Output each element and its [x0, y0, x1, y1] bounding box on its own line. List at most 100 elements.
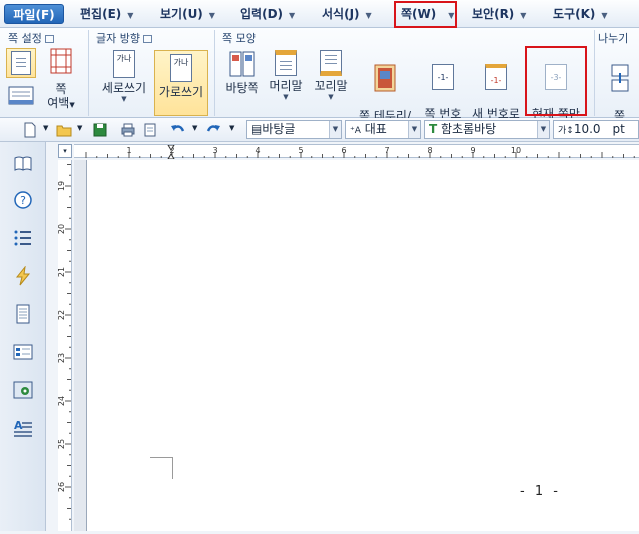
- master-page-button[interactable]: 바탕쪽: [220, 50, 264, 116]
- svg-text:?: ?: [20, 194, 26, 207]
- form-icon[interactable]: [13, 342, 33, 362]
- page-border-button[interactable]: 쪽 테두리/ 배경: [354, 50, 416, 137]
- horizontal-ruler[interactable]: 1 2 3 4 5 6 7 8 9 10: [74, 144, 639, 160]
- menu-tools-label: 도구(K): [553, 7, 596, 21]
- page-break-button[interactable]: 쪽 나누기: [600, 50, 639, 137]
- margin-corner-mark: [150, 457, 173, 479]
- vertical-ruler-ticks: 19 20 21 22 23 24 25 26: [57, 164, 71, 520]
- page-number-icon-text: -1-: [437, 73, 449, 82]
- chevron-down-icon[interactable]: ▼: [537, 121, 549, 138]
- ruler-label: 25: [58, 439, 66, 449]
- new-number-button[interactable]: -1- 새 번호로 시작: [470, 50, 522, 135]
- redo-icon[interactable]: [205, 122, 221, 138]
- group-separator: [594, 30, 595, 116]
- page-setup-button[interactable]: [6, 48, 36, 78]
- vertical-writing-icon: 가나: [113, 50, 135, 78]
- landscape-page-icon: [8, 86, 34, 105]
- page-margin-button[interactable]: 쪽 여백▼: [42, 82, 80, 116]
- chevron-down-icon[interactable]: ▼: [329, 121, 341, 138]
- master-page-label: 바탕쪽: [225, 81, 259, 95]
- book-icon[interactable]: [13, 154, 33, 174]
- group-title-divide: 나누기: [598, 32, 629, 45]
- chevron-down-icon[interactable]: ▼: [43, 124, 48, 132]
- open-folder-icon[interactable]: [56, 122, 72, 138]
- menu-view[interactable]: 보기(U) ▼: [160, 4, 215, 24]
- save-icon[interactable]: [92, 122, 108, 138]
- font-type-icon: T: [429, 122, 438, 136]
- new-document-icon[interactable]: [22, 122, 38, 138]
- chevron-down-icon[interactable]: ▼: [229, 124, 234, 132]
- vertical-writing-icon-text: 가나: [116, 54, 132, 63]
- horizontal-writing-label: 가로쓰기: [158, 85, 204, 99]
- menu-edit[interactable]: 편집(E) ▼: [80, 4, 133, 24]
- chevron-down-icon[interactable]: ▼: [289, 11, 295, 20]
- chevron-down-icon[interactable]: ▼: [520, 11, 526, 20]
- menu-insert-label: 입력(D): [240, 7, 284, 21]
- chevron-down-icon[interactable]: ▼: [192, 124, 197, 132]
- menu-insert[interactable]: 입력(D) ▼: [240, 4, 295, 24]
- font-size-value: 10.0: [573, 122, 601, 136]
- ruler-label: 26: [58, 482, 66, 492]
- group-title-text-direction-label: 글자 방향: [96, 32, 140, 45]
- landscape-button[interactable]: [6, 84, 36, 114]
- language-combo[interactable]: ⁺A 대표 ▼: [345, 120, 421, 139]
- menu-view-label: 보기(U): [160, 7, 203, 21]
- help-icon[interactable]: ?: [13, 190, 33, 210]
- font-size-combo[interactable]: 가↕10.0 pt: [553, 120, 639, 139]
- ruler-label: 20: [58, 224, 66, 234]
- menu-edit-label: 편집(E): [80, 7, 122, 21]
- chevron-down-icon[interactable]: ▼: [127, 11, 133, 20]
- chevron-down-icon[interactable]: ▼: [408, 121, 420, 138]
- menu-security[interactable]: 보안(R) ▼: [472, 4, 526, 24]
- footer-label: 꼬리말: [314, 79, 348, 93]
- page-border-grid-button[interactable]: [46, 48, 76, 78]
- ruler-corner[interactable]: ▾: [58, 144, 72, 158]
- font-size-unit: pt: [612, 122, 625, 136]
- chevron-down-icon[interactable]: ▼: [209, 11, 215, 20]
- standard-toolbar: ▼ ▼ ▼ ▼ ▤바탕글 ▼ ⁺A 대표 ▼ T 함초롬바탕 ▼ 가↕10.0 pt: [0, 118, 639, 142]
- svg-text:A: A: [14, 419, 23, 432]
- undo-icon[interactable]: [170, 122, 186, 138]
- ruler-label: 1: [126, 146, 131, 155]
- vertical-ruler[interactable]: 19 20 21 22 23 24 25 26: [57, 160, 72, 531]
- vertical-writing-button[interactable]: 가나 세로쓰기 ▼: [96, 50, 152, 116]
- new-number-icon: -1-: [485, 64, 507, 90]
- chevron-down-icon: ▼: [283, 93, 289, 101]
- ruler-label: 21: [58, 267, 66, 277]
- style-combo[interactable]: ▤바탕글 ▼: [246, 120, 342, 139]
- ruler-label: 6: [341, 146, 346, 155]
- ruler-label: 5: [298, 146, 303, 155]
- menu-format-label: 서식(J): [322, 7, 360, 21]
- ruler-label: 24: [58, 396, 66, 406]
- list-icon[interactable]: [13, 228, 33, 248]
- horizontal-writing-button[interactable]: 가나 가로쓰기: [154, 50, 208, 116]
- font-combo[interactable]: T 함초롬바탕 ▼: [424, 120, 550, 139]
- page-setup-icon: [11, 51, 31, 75]
- page-number-button[interactable]: -1- 쪽 번호 매기기: [418, 50, 468, 135]
- print-icon[interactable]: [120, 122, 136, 138]
- chevron-down-icon[interactable]: ▼: [77, 124, 82, 132]
- page-number-text: - 1 -: [520, 484, 561, 499]
- dialog-launcher-icon[interactable]: [44, 35, 54, 43]
- menu-file[interactable]: 파일(F): [4, 4, 64, 24]
- header-button[interactable]: 머리말 ▼: [264, 50, 308, 116]
- chevron-down-icon[interactable]: ▼: [366, 11, 372, 20]
- menu-tools[interactable]: 도구(K) ▼: [553, 4, 608, 24]
- header-label: 머리말: [269, 79, 303, 93]
- chevron-down-icon: ▼: [121, 95, 127, 103]
- menu-bar: 파일(F) 편집(E) ▼ 보기(U) ▼ 입력(D) ▼ 서식(J) ▼ 쪽(W) ▼ …: [0, 0, 639, 28]
- language-icon: ⁺A: [350, 126, 361, 136]
- lightning-icon[interactable]: [13, 266, 33, 286]
- dialog-launcher-icon[interactable]: [142, 35, 152, 43]
- print-preview-icon[interactable]: [142, 122, 158, 138]
- text-align-icon[interactable]: A: [13, 418, 33, 438]
- footer-icon: [320, 50, 342, 76]
- chevron-down-icon[interactable]: ▼: [601, 11, 607, 20]
- settings-gear-icon[interactable]: [13, 380, 33, 400]
- menu-format[interactable]: 서식(J) ▼: [322, 4, 372, 24]
- horizontal-writing-icon: 가나: [170, 54, 192, 82]
- ruler-label: 22: [58, 310, 66, 320]
- highlight-box-page-menu: [394, 1, 457, 28]
- document-icon[interactable]: [13, 304, 33, 324]
- footer-button[interactable]: 꼬리말 ▼: [308, 50, 354, 116]
